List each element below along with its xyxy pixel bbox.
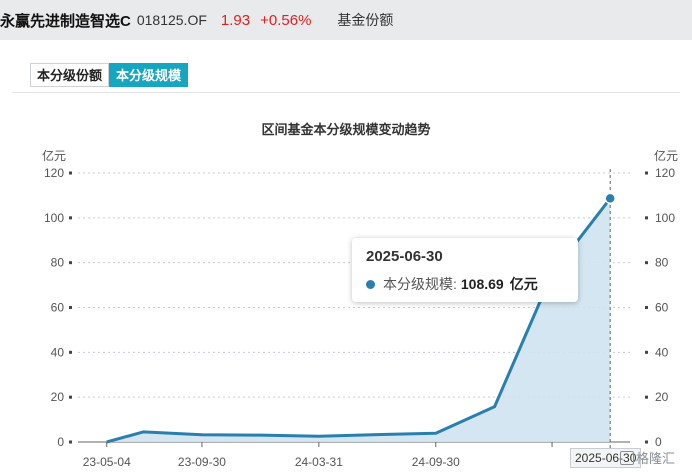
x-tick-label: 24-09-30 bbox=[412, 455, 460, 469]
tooltip-series-label: 本分级规模: bbox=[383, 276, 457, 292]
chart-title: 区间基金本分级规模变动趋势 bbox=[261, 122, 430, 137]
y-tick-label-right: 0 bbox=[655, 435, 662, 449]
y-tick-label-right: 100 bbox=[655, 211, 675, 225]
y-tick-mark-right bbox=[645, 216, 648, 220]
tooltip-unit: 亿元 bbox=[509, 276, 538, 292]
y-tick-mark-left bbox=[69, 171, 72, 175]
y-tick-mark-right bbox=[645, 171, 648, 175]
y-tick-label-left: 20 bbox=[51, 390, 65, 404]
y-tick-mark-left bbox=[69, 440, 72, 444]
y-tick-label-left: 60 bbox=[51, 301, 65, 315]
watermark-logo-icon bbox=[620, 450, 634, 465]
y-tick-mark-left bbox=[69, 261, 72, 265]
tooltip-value: 108.69 bbox=[460, 276, 504, 292]
y-tick-label-left: 120 bbox=[44, 166, 64, 180]
y-tick-label-right: 120 bbox=[655, 166, 675, 180]
y-tick-label-left: 0 bbox=[57, 435, 64, 449]
x-tick-label: 23-09-30 bbox=[178, 455, 226, 469]
y-tick-label-right: 60 bbox=[655, 301, 669, 315]
scale-trend-chart[interactable]: 区间基金本分级规模变动趋势亿元 亿元0 020 2040 4060 6080 80100 10… bbox=[0, 0, 692, 474]
y-tick-mark-right bbox=[645, 440, 648, 444]
y-tick-label-right: 40 bbox=[655, 345, 669, 359]
y-tick-label-right: 20 bbox=[655, 390, 669, 404]
y-tick-mark-left bbox=[69, 395, 72, 399]
x-tick-label: 23-05-04 bbox=[83, 455, 131, 469]
chart-tooltip: 2025-06-30 本分级规模: 108.69 亿元 bbox=[352, 238, 578, 302]
y-axis-unit-right: 亿元 bbox=[654, 148, 678, 163]
y-tick-label-left: 80 bbox=[51, 256, 65, 270]
highlight-point bbox=[604, 192, 616, 205]
tooltip-date: 2025-06-30 bbox=[366, 248, 443, 265]
x-tick-label: 24-03-31 bbox=[295, 455, 343, 469]
series-area bbox=[106, 198, 611, 442]
y-tick-mark-left bbox=[69, 350, 72, 354]
y-axis-unit-left: 亿元 bbox=[42, 148, 66, 163]
y-tick-mark-right bbox=[645, 306, 648, 309]
y-tick-label-right: 80 bbox=[655, 256, 669, 270]
y-tick-mark-left bbox=[69, 216, 72, 220]
y-tick-label-left: 40 bbox=[51, 345, 65, 359]
y-tick-mark-left bbox=[69, 306, 72, 309]
y-tick-mark-right bbox=[645, 261, 648, 265]
watermark-text: 格隆汇 bbox=[636, 451, 676, 466]
y-tick-mark-right bbox=[645, 395, 648, 399]
y-tick-label-left: 100 bbox=[44, 211, 64, 225]
watermark: 格隆汇 bbox=[620, 448, 675, 467]
y-tick-mark-right bbox=[645, 350, 648, 354]
tooltip-row: 本分级规模: 108.69 亿元 bbox=[366, 274, 564, 294]
tooltip-series-dot bbox=[366, 279, 375, 289]
